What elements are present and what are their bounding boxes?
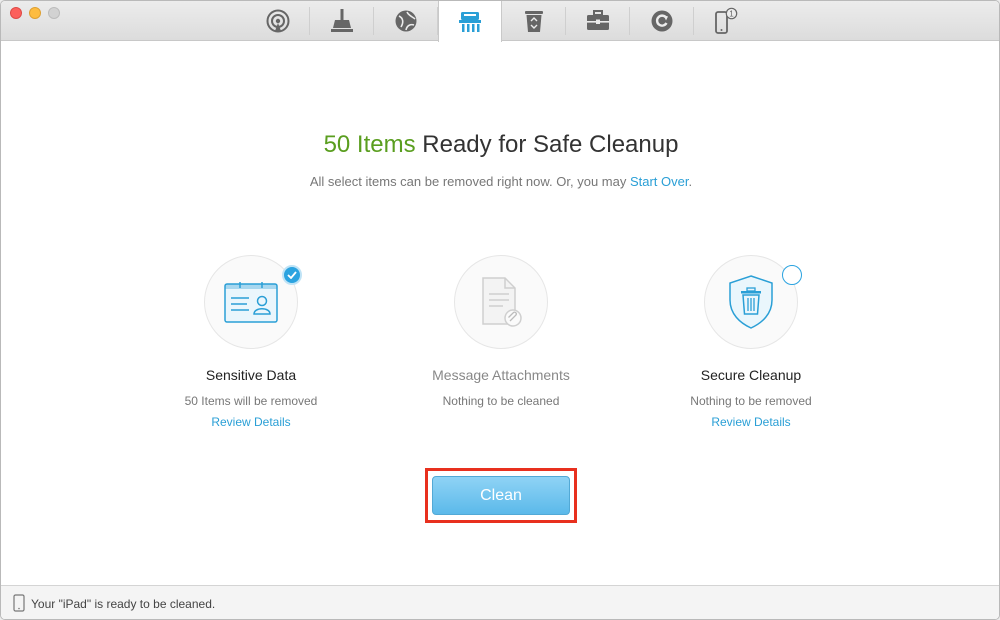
sensitive-data-card: Sensitive Data 50 Items will be removed … <box>151 255 351 429</box>
device-count-badge: 1 <box>729 10 734 19</box>
shredder-icon <box>459 11 481 32</box>
shield-trash-icon <box>729 275 773 329</box>
title-bar: 1 <box>1 1 999 42</box>
broom-icon <box>331 9 353 32</box>
tool-cleaner[interactable] <box>310 1 374 41</box>
sensitive-data-icon-circle[interactable] <box>204 255 302 349</box>
airdrop-icon <box>266 9 290 33</box>
zoom-window-button[interactable] <box>48 7 60 19</box>
tool-internet-cleanup[interactable] <box>374 1 438 41</box>
message-attachments-card: Message Attachments Nothing to be cleane… <box>401 255 601 408</box>
status-bar: Your "iPad" is ready to be cleaned. <box>1 585 999 619</box>
tool-airdrop[interactable] <box>246 1 310 41</box>
tool-device[interactable]: 1 <box>694 1 758 41</box>
tool-privacy-shredder[interactable] <box>438 1 502 42</box>
iphone-icon: 1 <box>715 7 738 34</box>
trash-icon <box>525 11 543 32</box>
page-title: 50 Items Ready for Safe Cleanup <box>1 131 999 159</box>
refresh-icon <box>651 10 673 32</box>
secure-cleanup-icon-circle[interactable] <box>704 255 802 349</box>
card-description: 50 Items will be removed <box>184 394 318 408</box>
card-title: Message Attachments <box>432 367 570 383</box>
subtitle-end: . <box>688 174 693 189</box>
main-toolbar: 1 <box>246 1 758 42</box>
secure-cleanup-checkbox[interactable] <box>782 265 802 285</box>
review-details-link[interactable]: Review Details <box>151 415 351 429</box>
globe-icon <box>395 10 417 32</box>
toolbox-icon <box>587 10 609 30</box>
tool-sync[interactable] <box>630 1 694 41</box>
close-window-button[interactable] <box>10 7 22 19</box>
message-attachments-icon-circle <box>454 255 548 349</box>
card-title: Sensitive Data <box>205 367 297 383</box>
card-description: Nothing to be cleaned <box>442 394 560 408</box>
tool-recycle[interactable] <box>502 1 566 41</box>
card-description: Nothing to be removed <box>690 394 812 408</box>
ipad-icon <box>13 594 25 612</box>
tool-toolbox[interactable] <box>566 1 630 41</box>
subtitle: All select items can be removed right no… <box>1 174 999 189</box>
checkmark-icon <box>287 271 297 279</box>
start-over-link[interactable]: Start Over <box>630 174 689 189</box>
attachment-document-icon <box>482 277 522 327</box>
sensitive-data-checkbox[interactable] <box>282 265 302 285</box>
secure-cleanup-card: Secure Cleanup Nothing to be removed Rev… <box>651 255 851 429</box>
minimize-window-button[interactable] <box>29 7 41 19</box>
subtitle-text: All select items can be removed right no… <box>309 174 630 189</box>
card-title: Secure Cleanup <box>700 367 802 383</box>
review-details-link[interactable]: Review Details <box>651 415 851 429</box>
item-count: 50 Items <box>323 131 416 158</box>
clean-button[interactable]: Clean <box>432 476 570 515</box>
contact-card-icon <box>224 282 278 323</box>
title-text: Ready for Safe Cleanup <box>415 131 679 158</box>
status-text: Your "iPad" is ready to be cleaned. <box>31 597 216 611</box>
app-window: 1 50 Items Ready for Safe Cleanup All se… <box>0 0 1000 620</box>
